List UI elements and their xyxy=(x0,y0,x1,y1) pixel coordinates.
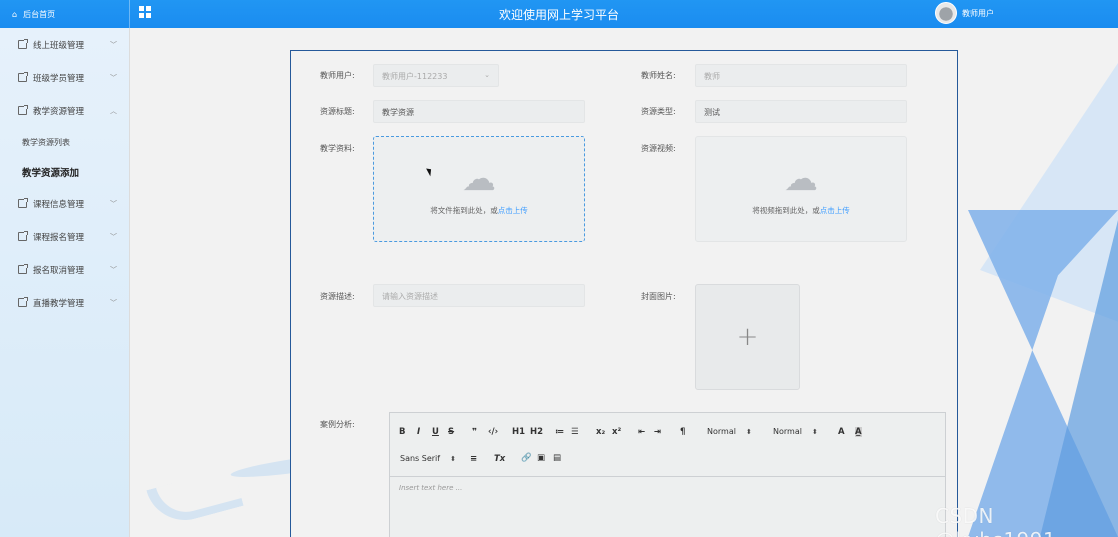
watermark: CSDN @kybs1991 xyxy=(935,504,1056,537)
sidebar-item-course-info[interactable]: 课程信息管理 ﹀ xyxy=(0,187,129,220)
sidebar-item-label: 直播教学管理 xyxy=(33,298,85,309)
sidebar-item-live-teaching[interactable]: 直播教学管理 ﹀ xyxy=(0,286,129,319)
sidebar: 线上班级管理 ﹀ 班级学员管理 ﹀ 教学资源管理 ︿ 教学资源列表 教学资源添加… xyxy=(0,28,130,537)
teacher-user-value: 教师用户-112233 xyxy=(382,72,448,81)
editor-toolbar: B I U S ❞ ‹/› H1 H2 ≔ ☰ x₂ x² ⇤ ⇥ ¶ Norm… xyxy=(390,413,945,477)
chevron-down-icon: ﹀ xyxy=(110,41,117,49)
edit-icon xyxy=(18,297,28,307)
edit-icon xyxy=(18,39,28,49)
sidebar-item-label: 课程报名管理 xyxy=(33,232,85,243)
underline-button[interactable]: U xyxy=(432,427,439,437)
teacher-user-label: 教师用户: xyxy=(320,71,355,80)
resource-title-label: 资源标题: xyxy=(320,107,355,116)
user-menu[interactable]: 教师用户 xyxy=(935,2,994,24)
sidebar-subitem-resource-add[interactable]: 教学资源添加 xyxy=(0,157,129,187)
chevron-down-icon: ﹀ xyxy=(110,200,117,208)
sidebar-item-label: 课程信息管理 xyxy=(33,199,85,210)
outdent-button[interactable]: ⇤ xyxy=(638,427,645,437)
edit-icon xyxy=(18,105,28,115)
strike-button[interactable]: S xyxy=(448,427,454,437)
resource-type-field[interactable]: 测试 xyxy=(695,100,907,123)
avatar[interactable] xyxy=(935,2,957,24)
background-swoosh xyxy=(146,467,244,529)
superscript-button[interactable]: x² xyxy=(612,427,621,437)
sidebar-item-enroll-cancel[interactable]: 报名取消管理 ﹀ xyxy=(0,253,129,286)
ordered-list-button[interactable]: ≔ xyxy=(555,427,564,437)
align-button[interactable]: ≡ xyxy=(470,454,477,464)
link-icon[interactable]: 🔗 xyxy=(521,453,532,463)
material-label: 教学资料: xyxy=(320,144,355,153)
teacher-user-select[interactable]: 教师用户-112233 ⌄ xyxy=(373,64,499,87)
sidebar-subitem-resource-list[interactable]: 教学资源列表 xyxy=(0,127,129,157)
sidebar-item-label: 报名取消管理 xyxy=(33,265,85,276)
resource-form: 教师用户: 教师用户-112233 ⌄ 教师姓名: 教师 资源标题: 教学资源 … xyxy=(290,50,958,537)
edit-icon xyxy=(18,264,28,274)
chevron-down-icon: ﹀ xyxy=(110,74,117,82)
video-icon[interactable]: ▤ xyxy=(553,453,561,463)
sidebar-item-label: 线上班级管理 xyxy=(33,40,85,51)
editor-placeholder: Insert text here ... xyxy=(399,484,463,492)
sidebar-item-course-enroll[interactable]: 课程报名管理 ﹀ xyxy=(0,220,129,253)
user-name: 教师用户 xyxy=(962,8,994,18)
case-label: 案例分析: xyxy=(320,420,355,429)
upload-hint: 将文件拖到此处，或 xyxy=(430,205,498,215)
material-upload-dropzone[interactable]: ☁ 将文件拖到此处，或点击上传 xyxy=(373,136,585,242)
description-field[interactable]: 请输入资源描述 xyxy=(373,284,585,307)
sidebar-item-class-students[interactable]: 班级学员管理 ﹀ xyxy=(0,61,129,94)
bold-button[interactable]: B xyxy=(399,427,405,437)
chevron-down-icon: ﹀ xyxy=(110,266,117,274)
background-color-button[interactable]: A̲ xyxy=(855,427,862,437)
edit-icon xyxy=(18,231,28,241)
bullet-list-button[interactable]: ☰ xyxy=(571,427,579,437)
h2-button[interactable]: H2 xyxy=(530,427,543,437)
plus-icon: + xyxy=(736,322,759,352)
upload-cloud-icon: ☁ xyxy=(784,158,818,199)
cover-label: 封面图片: xyxy=(641,292,676,301)
editor-content[interactable]: Insert text here ... xyxy=(390,477,945,499)
sidebar-item-teaching-resources[interactable]: 教学资源管理 ︿ xyxy=(0,94,129,127)
blockquote-button[interactable]: ❞ xyxy=(472,427,477,437)
resource-type-label: 资源类型: xyxy=(641,107,676,116)
subscript-button[interactable]: x₂ xyxy=(596,427,605,437)
rich-text-editor: B I U S ❞ ‹/› H1 H2 ≔ ☰ x₂ x² ⇤ ⇥ ¶ Norm… xyxy=(389,412,946,537)
indent-button[interactable]: ⇥ xyxy=(654,427,661,437)
edit-icon xyxy=(18,198,28,208)
video-upload-dropzone[interactable]: ☁ 将视频拖到此处，或点击上传 xyxy=(695,136,907,242)
sidebar-item-online-class[interactable]: 线上班级管理 ﹀ xyxy=(0,28,129,61)
clear-format-button[interactable]: Tx xyxy=(494,454,505,464)
sidebar-item-label: 教学资源管理 xyxy=(33,106,85,117)
upload-cloud-icon: ☁ xyxy=(462,158,496,199)
sidebar-subitem-label: 教学资源添加 xyxy=(22,168,80,179)
click-upload-link[interactable]: 点击上传 xyxy=(498,206,528,215)
sidebar-item-label: 班级学员管理 xyxy=(33,73,85,84)
code-button[interactable]: ‹/› xyxy=(488,427,498,437)
font-select[interactable]: Sans Serif xyxy=(400,454,456,463)
sidebar-subitem-label: 教学资源列表 xyxy=(22,137,70,147)
italic-button[interactable]: I xyxy=(417,427,420,437)
teacher-name-label: 教师姓名: xyxy=(641,71,676,80)
image-icon[interactable]: ▣ xyxy=(537,453,545,463)
resource-title-field[interactable]: 教学资源 xyxy=(373,100,585,123)
video-label: 资源视频: xyxy=(641,144,676,153)
direction-button[interactable]: ¶ xyxy=(680,427,685,437)
chevron-down-icon: ﹀ xyxy=(110,233,117,241)
cover-upload[interactable]: + xyxy=(695,284,800,390)
chevron-up-icon: ︿ xyxy=(110,107,117,115)
description-label: 资源描述: xyxy=(320,292,355,301)
chevron-down-icon: ⌄ xyxy=(484,71,490,79)
click-upload-link[interactable]: 点击上传 xyxy=(820,206,850,215)
teacher-name-field[interactable]: 教师 xyxy=(695,64,907,87)
font-color-button[interactable]: A xyxy=(838,427,845,437)
edit-icon xyxy=(18,72,28,82)
header-select[interactable]: Normal xyxy=(707,427,752,436)
size-select[interactable]: Normal xyxy=(773,427,818,436)
h1-button[interactable]: H1 xyxy=(512,427,525,437)
chevron-down-icon: ﹀ xyxy=(110,299,117,307)
top-bar: ⌂ 后台首页 欢迎使用网上学习平台 教师用户 xyxy=(0,0,1118,28)
upload-hint: 将视频拖到此处，或 xyxy=(752,205,820,215)
